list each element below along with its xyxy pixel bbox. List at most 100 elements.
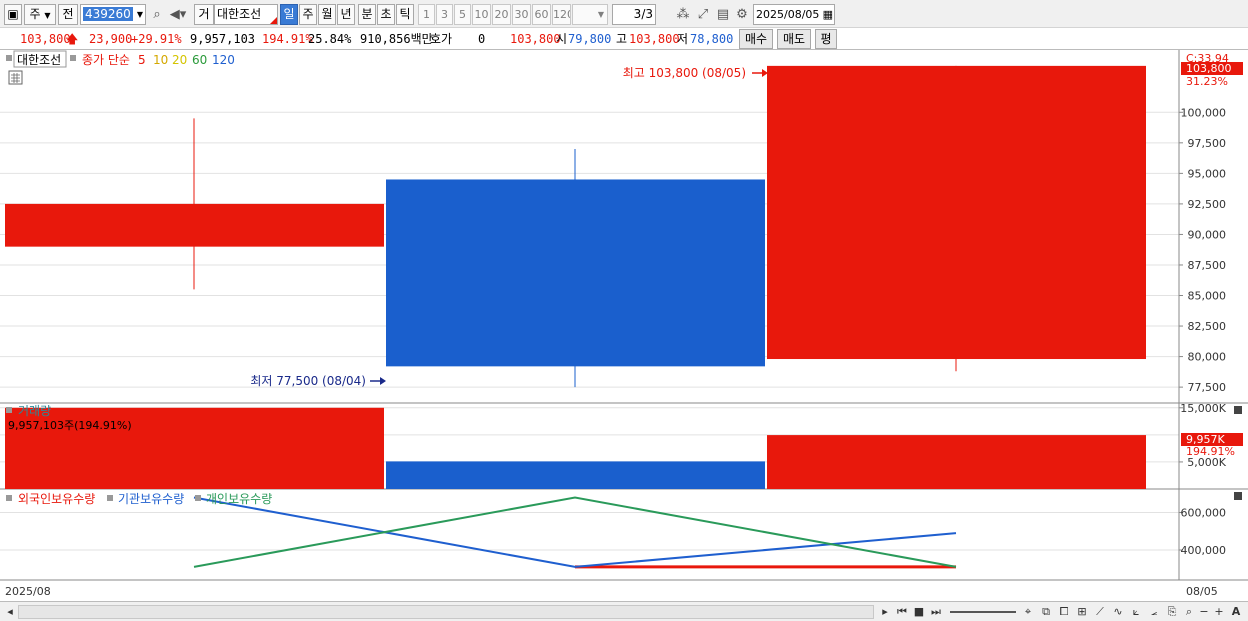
corner-mark-icon (270, 17, 277, 24)
search-icon[interactable]: ⌕ (148, 4, 166, 25)
candle-group (5, 65, 1146, 388)
horizontal-scrollbar[interactable] (18, 605, 874, 619)
chart-canvas[interactable]: 100,000 97,500 95,000 92,500 90,000 87,500 85,… (0, 50, 1248, 601)
y-tick-label: 600,000 (1181, 507, 1227, 520)
plus-icon[interactable]: + (1213, 604, 1225, 620)
trend-line-icon[interactable]: ⟋ (1092, 604, 1108, 620)
code-input[interactable]: 439260 ▼ (80, 4, 146, 25)
y-tick-label: 95,000 (1188, 167, 1227, 180)
x-axis-right-label: 08/05 (1186, 585, 1218, 598)
minus-icon[interactable]: − (1198, 604, 1210, 620)
price-change: 23,900 (89, 32, 133, 46)
eval-button[interactable]: 평 (815, 29, 837, 49)
y-tick-label: 77,500 (1188, 381, 1227, 394)
legend-institution: 기관보유수량 (118, 492, 184, 506)
period-minute-button[interactable]: 분 (358, 4, 376, 25)
count-field[interactable]: 3/3 (612, 4, 656, 25)
period-day-button[interactable]: 일 (280, 4, 298, 25)
ma-120-label: 120 (212, 53, 235, 67)
period-tick-button[interactable]: 틱 (396, 4, 414, 25)
price-change-pct: +29.91% (131, 32, 182, 46)
fan-icon[interactable]: ⟀ (1128, 604, 1144, 620)
draw-tool-icon[interactable]: ⤢ (694, 4, 712, 25)
y-tick-label: 15,000K (1180, 402, 1226, 415)
volume-note: 9,957,103주(194.91%) (8, 419, 132, 432)
legend-main: 종가 단순 (82, 53, 130, 67)
compare-icon[interactable]: ⧠ (1056, 604, 1072, 620)
up-arrow-icon: 🡅 (66, 32, 79, 46)
wave-icon[interactable]: ∿ (1110, 604, 1126, 620)
scroll-left-icon[interactable]: ◂ (4, 604, 16, 620)
speaker-icon[interactable]: ◀▾ (166, 4, 190, 25)
date-field[interactable]: 2025/08/05 ▦ (753, 4, 835, 25)
period-second-button[interactable]: 초 (377, 4, 395, 25)
interval-1-button[interactable]: 1 (418, 4, 435, 25)
prev-button[interactable]: 전 (58, 4, 78, 25)
x-axis-left-label: 2025/08 (5, 585, 51, 598)
type-button[interactable]: 거 (194, 4, 214, 25)
interval-30-button[interactable]: 30 (512, 4, 531, 25)
volume-bar-group (5, 407, 1146, 489)
chart-area[interactable]: 100,000 97,500 95,000 92,500 90,000 87,500 85,… (0, 50, 1248, 601)
y-tick-label: 87,500 (1188, 259, 1227, 272)
open-label: 시 (556, 32, 568, 46)
stock-name-field[interactable]: 대한조선 (214, 4, 278, 25)
candle-body (5, 203, 384, 247)
fast-forward-icon[interactable]: ⏭ (928, 604, 944, 620)
stop-icon[interactable]: ■ (911, 604, 927, 620)
font-size-icon[interactable]: A (1229, 604, 1243, 620)
window-icon[interactable]: ▣ (4, 4, 22, 25)
last-price-pct: 31.23% (1186, 75, 1228, 88)
measure-icon[interactable]: ⦟ (1146, 604, 1162, 620)
mode-select[interactable]: 주 ▼ (24, 4, 56, 25)
volume-bar (767, 435, 1146, 489)
volume-title: 거래량 (18, 404, 51, 418)
sell-button[interactable]: 매도 (777, 29, 811, 49)
zoom-icon[interactable]: ⌕ (1182, 604, 1196, 620)
legend-individual: 개인보유수량 (206, 492, 272, 506)
legend-toggle-icon (70, 55, 76, 61)
volume-ratio: 194.91% (262, 32, 313, 46)
window-split-icon[interactable]: ⧉ (1038, 604, 1054, 620)
buy-button[interactable]: 매수 (739, 29, 773, 49)
legend-toggle-icon (107, 495, 113, 501)
period-week-button[interactable]: 주 (299, 4, 317, 25)
individual-holdings-line (193, 496, 957, 568)
hoga-price: 103,800 (510, 32, 561, 46)
institution-holdings-line (193, 496, 957, 568)
calendar-icon: ▦ (822, 8, 833, 21)
y-tick-label: 97,500 (1188, 137, 1227, 150)
panel-toggle-icon (6, 495, 12, 501)
close-icon (1234, 492, 1242, 500)
high-price: 103,800 (629, 32, 680, 46)
period-month-button[interactable]: 월 (318, 4, 336, 25)
high-note: 최고 103,800 (08/05) (623, 66, 746, 80)
interval-5-button[interactable]: 5 (454, 4, 471, 25)
low-price: 78,800 (690, 32, 734, 46)
legend-foreign: 외국인보유수량 (18, 492, 95, 506)
volume-value: 9,957,103 (190, 32, 256, 46)
count-total: /3 (641, 7, 653, 21)
rewind-icon[interactable]: ⏮ (894, 604, 910, 620)
zoom-slider[interactable] (950, 611, 1016, 613)
interval-120-button[interactable]: 120 (552, 4, 571, 25)
interval-10-button[interactable]: 10 (472, 4, 491, 25)
interval-60-button[interactable]: 60 (532, 4, 551, 25)
scroll-right-icon[interactable]: ▸ (878, 604, 892, 620)
copy-icon[interactable]: ⎘ (1164, 604, 1180, 620)
gear-icon[interactable]: ⚙ (733, 4, 751, 25)
crosshair-icon[interactable]: ⌖ (1020, 604, 1036, 620)
period-year-button[interactable]: 년 (337, 4, 355, 25)
save-icon[interactable]: ▤ (714, 4, 732, 25)
toolbar: ▣ 주 ▼ 전 439260 ▼ ⌕ ◀▾ 거 대한조선 일 주 월 년 분 초… (0, 0, 1248, 28)
link-icon[interactable]: ⁂ (674, 4, 692, 25)
trade-amount: 910,856백만 (360, 32, 433, 46)
volume-bar (386, 461, 765, 489)
interval-dropdown[interactable]: ▼ (572, 4, 608, 25)
stock-name: 대한조선 (217, 7, 262, 21)
interval-20-button[interactable]: 20 (492, 4, 511, 25)
grid-icon[interactable]: ⊞ (1074, 604, 1090, 620)
chart-window: ▣ 주 ▼ 전 439260 ▼ ⌕ ◀▾ 거 대한조선 일 주 월 년 분 초… (0, 0, 1248, 621)
interval-3-button[interactable]: 3 (436, 4, 453, 25)
low-label: 저 (677, 32, 689, 46)
